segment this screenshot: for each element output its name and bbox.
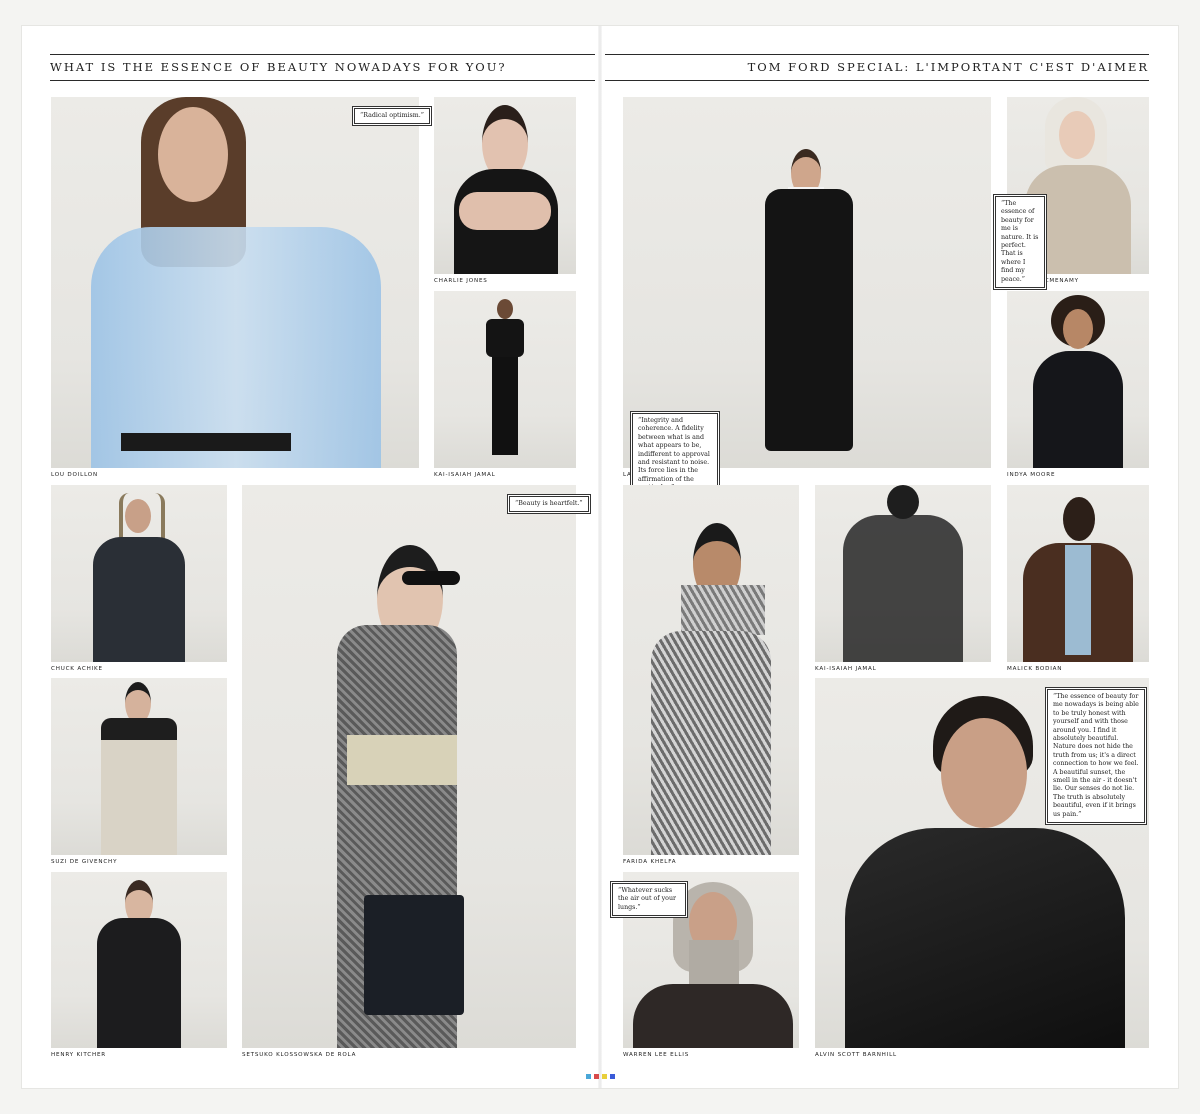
photo-kai-isaiah-jamal-2: [815, 485, 991, 662]
portrait-lou-belt: [121, 433, 291, 451]
header-rule-top-left: [50, 54, 595, 55]
portrait-kai1-head: [497, 299, 513, 319]
photo-indya-moore: [1007, 291, 1149, 468]
photo-malick-bodian: [1007, 485, 1149, 662]
photo-charlie-jones: [434, 97, 576, 274]
registration-mark-cyan: [586, 1074, 591, 1079]
quote-warren: “Whatever sucks the air out of your lung…: [611, 881, 687, 918]
caption-charlie-jones: CHARLIE JONES: [434, 278, 488, 284]
portrait-farida-coat: [651, 631, 771, 855]
portrait-setsuko-handbag: [364, 895, 464, 1015]
header-rule-bottom-right: [605, 80, 1149, 81]
caption-alvin-scott-barnhill: ALVIN SCOTT BARNHILL: [815, 1052, 897, 1058]
photo-henry-kitcher: [51, 872, 227, 1048]
quote-alvin: “The essence of beauty for me nowadays i…: [1046, 687, 1146, 825]
caption-lou-doillon: LOU DOILLON: [51, 472, 98, 478]
header-right-title: TOM FORD SPECIAL: L'IMPORTANT C'EST D'AI…: [747, 60, 1149, 74]
quote-kristen: “The essence of beauty for me is nature.…: [994, 194, 1046, 290]
caption-kai-isaiah-jamal-2: KAI-ISAIAH JAMAL: [815, 666, 877, 672]
registration-mark-red: [594, 1074, 599, 1079]
photo-suzi-de-givenchy: [51, 678, 227, 855]
portrait-laura-coat: [765, 189, 853, 451]
portrait-lou-shirt: [91, 227, 381, 468]
caption-indya-moore: INDYA MOORE: [1007, 472, 1056, 478]
header-left-title: WHAT IS THE ESSENCE OF BEAUTY NOWADAYS F…: [50, 60, 507, 74]
portrait-henry-suit: [97, 918, 181, 1048]
quote-lou-doillon: “Radical optimism.”: [353, 106, 431, 126]
portrait-charlie-arms: [459, 192, 551, 230]
portrait-indya-suit: [1033, 351, 1123, 468]
portrait-suzi-dress: [101, 718, 177, 855]
photo-chuck-achike: [51, 485, 227, 662]
caption-setsuko-klossowska-de-rola: SETSUKO KLOSSOWSKA DE ROLA: [242, 1052, 357, 1058]
portrait-warren-jacket: [633, 984, 793, 1048]
portrait-chuck-robe: [93, 537, 185, 662]
portrait-kristen-head: [1059, 111, 1095, 159]
portrait-setsuko-sunglasses: [402, 571, 460, 585]
quote-setsuko: “Beauty is heartfelt.”: [508, 494, 590, 514]
portrait-kai2-shirt: [843, 515, 963, 662]
portrait-alvin-coat: [845, 828, 1125, 1048]
photo-kai-isaiah-jamal-1: [434, 291, 576, 468]
registration-mark-blue: [610, 1074, 615, 1079]
caption-warren-lee-ellis: WARREN LEE ELLIS: [623, 1052, 690, 1058]
caption-henry-kitcher: HENRY KITCHER: [51, 1052, 106, 1058]
caption-suzi-de-givenchy: SUZI DE GIVENCHY: [51, 859, 118, 865]
portrait-farida-collar: [681, 585, 765, 635]
photo-setsuko-klossowska-de-rola: [242, 485, 576, 1048]
portrait-kai1-legs: [492, 357, 518, 455]
header-rule-bottom-left: [50, 80, 595, 81]
caption-malick-bodian: MALICK BODIAN: [1007, 666, 1063, 672]
page-fold: [598, 26, 602, 1088]
portrait-malick-head: [1063, 497, 1095, 541]
portrait-alvin-head: [941, 718, 1027, 828]
caption-kai-isaiah-jamal-1: KAI-ISAIAH JAMAL: [434, 472, 496, 478]
header-rule-top-right: [605, 54, 1149, 55]
caption-farida-khelfa: FARIDA KHELFA: [623, 859, 677, 865]
registration-mark-yellow: [602, 1074, 607, 1079]
portrait-kai2-head: [887, 485, 919, 519]
portrait-indya-head: [1063, 309, 1093, 349]
portrait-setsuko-obi: [347, 735, 457, 785]
caption-chuck-achike: CHUCK ACHIKE: [51, 666, 103, 672]
portrait-kai1-jacket: [486, 319, 524, 357]
photo-farida-khelfa: [623, 485, 799, 855]
portrait-lou-face: [158, 107, 228, 202]
portrait-malick-shirt: [1065, 545, 1091, 655]
photo-lou-doillon: [51, 97, 419, 468]
